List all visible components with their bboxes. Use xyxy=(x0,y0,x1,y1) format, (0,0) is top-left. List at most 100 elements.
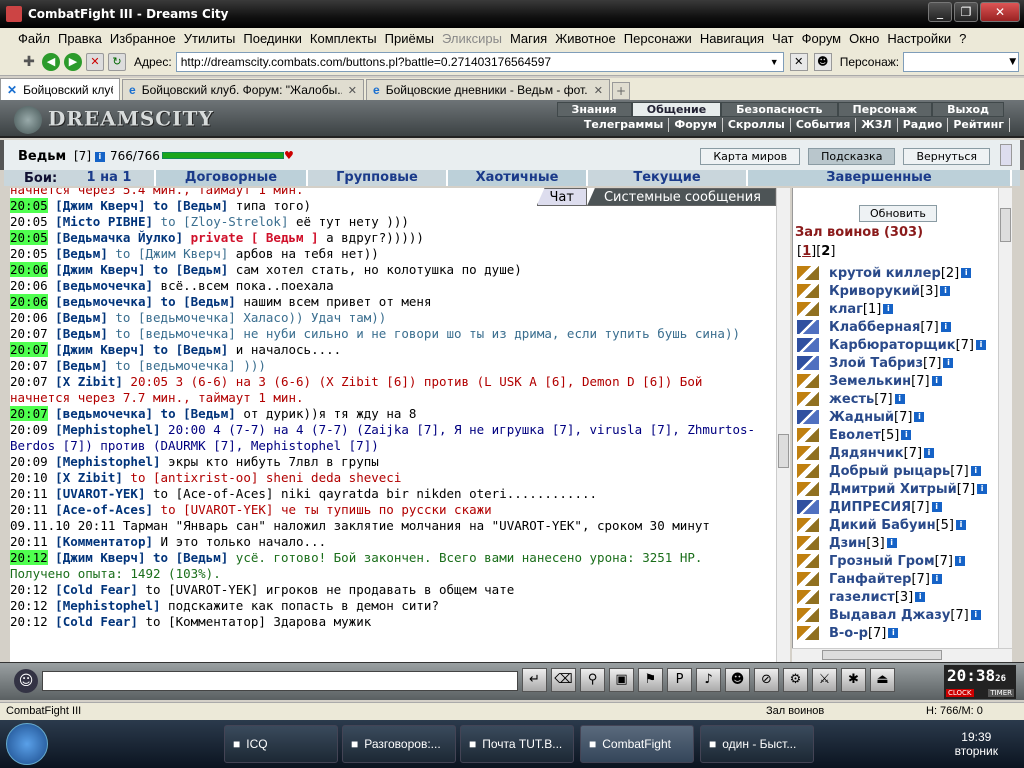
address-dropdown-icon[interactable]: ▼ xyxy=(770,57,779,67)
new-tab-icon[interactable]: + xyxy=(612,82,630,100)
chat-nick[interactable]: [Cold Fear] xyxy=(55,582,138,597)
address-input[interactable]: http://dreamscity.combats.com/buttons.pl… xyxy=(175,51,784,72)
back-button[interactable]: ◀ xyxy=(42,52,60,71)
hall-user-row[interactable]: Злой Табриз [7] i xyxy=(797,354,997,372)
player-button-0[interactable]: Карта миров xyxy=(700,148,801,165)
hall-user-row[interactable]: Ганфайтер [7] i xyxy=(797,570,997,588)
hall-user-row[interactable]: Грозный Гром [7] i xyxy=(797,552,997,570)
hall-user-row[interactable]: Выдавал Джазу [7] i xyxy=(797,606,997,624)
hall-user-row[interactable]: Дикий Бабуин [5] i xyxy=(797,516,997,534)
hall-user-row[interactable]: Добрый рыцарь [7] i xyxy=(797,462,997,480)
hall-user-name[interactable]: Жадный xyxy=(829,410,894,425)
chat-nick[interactable]: [Ace-of-Aces] xyxy=(55,502,153,517)
info-icon[interactable]: i xyxy=(940,322,951,332)
hall-user-name[interactable]: Дзин xyxy=(829,536,866,551)
hall-user-name[interactable]: Ганфайтер xyxy=(829,572,911,587)
hall-user-name[interactable]: жесть xyxy=(829,392,874,407)
hall-user-row[interactable]: Дзин [3] i xyxy=(797,534,997,552)
fight-tab-1[interactable]: Договорные xyxy=(156,170,308,186)
hall-user-name[interactable]: Криворукий xyxy=(829,284,920,299)
smiley-icon[interactable]: ☻ xyxy=(725,668,750,692)
hall-hscrollbar[interactable] xyxy=(792,648,1012,662)
hall-user-row[interactable]: Карбюраторщик [7] i xyxy=(797,336,997,354)
chat-nick[interactable]: [Cold Fear] xyxy=(55,614,138,629)
player-button-1[interactable]: Подсказка xyxy=(808,148,896,165)
hall-user-name[interactable]: Грозный Гром xyxy=(829,554,935,569)
tab-system-messages[interactable]: Системные сообщения xyxy=(586,188,776,206)
fight-tab-2[interactable]: Групповые xyxy=(308,170,448,186)
info-icon[interactable]: i xyxy=(914,412,925,422)
hall-hscroll-thumb[interactable] xyxy=(822,650,942,660)
menu-item-6[interactable]: Приёмы xyxy=(385,31,442,46)
page-1-link[interactable]: 1 xyxy=(802,244,811,259)
menu-item-14[interactable]: Окно xyxy=(849,31,887,46)
menu-item-13[interactable]: Форум xyxy=(802,31,850,46)
menu-item-11[interactable]: Навигация xyxy=(700,31,772,46)
hall-user-name[interactable]: Выдавал Джазу xyxy=(829,608,950,623)
menu-item-12[interactable]: Чат xyxy=(772,31,802,46)
chat-input[interactable] xyxy=(42,671,518,691)
refresh-button[interactable]: Обновить xyxy=(859,205,937,222)
chat-nick[interactable]: [ведьмочечка] xyxy=(55,406,153,421)
hall-user-name[interactable]: Карбюраторщик xyxy=(829,338,956,353)
gear-icon[interactable]: ✱ xyxy=(841,668,866,692)
hall-user-row[interactable]: жесть [7] i xyxy=(797,390,997,408)
hall-user-name[interactable]: Добрый рыцарь xyxy=(829,464,950,479)
clock-label[interactable]: CLOCK xyxy=(946,689,974,697)
stop-page-icon[interactable]: ✕ xyxy=(789,52,808,71)
subnav-3[interactable]: События xyxy=(791,118,857,132)
menu-item-10[interactable]: Персонажи xyxy=(624,31,700,46)
taskbar-task-2[interactable]: ■ Почта TUT.B... xyxy=(460,725,574,763)
browser-tab-0[interactable]: ✕ Бойцовский клуб xyxy=(0,78,120,100)
info-icon[interactable]: i xyxy=(888,628,899,638)
private-icon[interactable]: P xyxy=(667,668,692,692)
info-icon[interactable]: i xyxy=(894,394,905,404)
reload-button[interactable]: ↻ xyxy=(108,52,126,71)
info-icon[interactable]: i xyxy=(961,268,972,278)
hall-user-name[interactable]: Клабберная xyxy=(829,320,920,335)
hall-user-row[interactable]: В-о-р [7] i xyxy=(797,624,997,642)
taskbar-task-4[interactable]: ■ один - Быст... xyxy=(700,725,814,763)
minimize-button[interactable]: _ xyxy=(928,2,952,22)
menu-item-16[interactable]: ? xyxy=(959,31,974,46)
hall-user-row[interactable]: Криворукий [3] i xyxy=(797,282,997,300)
hall-user-name[interactable]: газелист xyxy=(829,590,895,605)
sound-icon[interactable]: ♪ xyxy=(696,668,721,692)
taskbar-task-0[interactable]: ■ ICQ xyxy=(224,725,338,763)
info-icon[interactable]: i xyxy=(931,574,942,584)
hall-scroll-thumb[interactable] xyxy=(1000,208,1011,242)
nav-1[interactable]: Общение xyxy=(631,102,722,117)
nav-2[interactable]: Безопасность xyxy=(721,102,838,117)
cancel-icon[interactable]: ⊘ xyxy=(754,668,779,692)
subnav-4[interactable]: ЖЗЛ xyxy=(856,118,898,132)
page-2-link[interactable]: 2 xyxy=(821,244,830,259)
chat-nick[interactable]: [Mephistophel] xyxy=(55,422,160,437)
nav-4[interactable]: Выход xyxy=(932,102,1004,117)
info-icon[interactable]: i xyxy=(886,538,897,548)
chat-scroll-thumb[interactable] xyxy=(778,434,789,468)
info-icon[interactable]: i xyxy=(956,520,966,530)
hall-user-name[interactable]: Дмитрий Хитрый xyxy=(829,482,957,497)
info-icon[interactable]: i xyxy=(970,466,981,476)
taskbar-task-3[interactable]: ■ CombatFight xyxy=(580,725,694,763)
chat-nick[interactable]: [X Zibit] xyxy=(55,470,123,485)
person-select[interactable]: ▼ xyxy=(903,51,1020,72)
chat-nick[interactable]: [Ведьмачка Йулко] xyxy=(55,230,183,245)
chat-nick[interactable]: [Джим Кверч] xyxy=(55,342,145,357)
tab-close-icon[interactable]: ✕ xyxy=(594,84,603,97)
hall-user-name[interactable]: В-о-р xyxy=(829,626,868,641)
walker-icon[interactable]: ⚑ xyxy=(638,668,663,692)
hall-user-name[interactable]: крутой киллер xyxy=(829,266,941,281)
fight-tab-4[interactable]: Текущие xyxy=(588,170,748,186)
settings-icon[interactable]: ⚙ xyxy=(783,668,808,692)
player-name[interactable]: Ведьм xyxy=(18,149,66,164)
chat-nick[interactable]: [Джим Кверч] xyxy=(55,198,145,213)
menu-item-2[interactable]: Избранное xyxy=(110,31,184,46)
chat-nick[interactable]: [ведьмочечка] xyxy=(55,294,153,309)
info-icon[interactable]: i xyxy=(943,358,954,368)
browser-tab-1[interactable]: e Бойцовский клуб. Форум: "Жалобы... ✕ xyxy=(122,79,364,100)
fight-tab-0[interactable]: 1 на 1 xyxy=(64,170,156,186)
tab-close-icon[interactable]: ✕ xyxy=(348,84,357,97)
player-button-2[interactable]: Вернуться xyxy=(903,148,990,165)
hall-user-row[interactable]: газелист [3] i xyxy=(797,588,997,606)
